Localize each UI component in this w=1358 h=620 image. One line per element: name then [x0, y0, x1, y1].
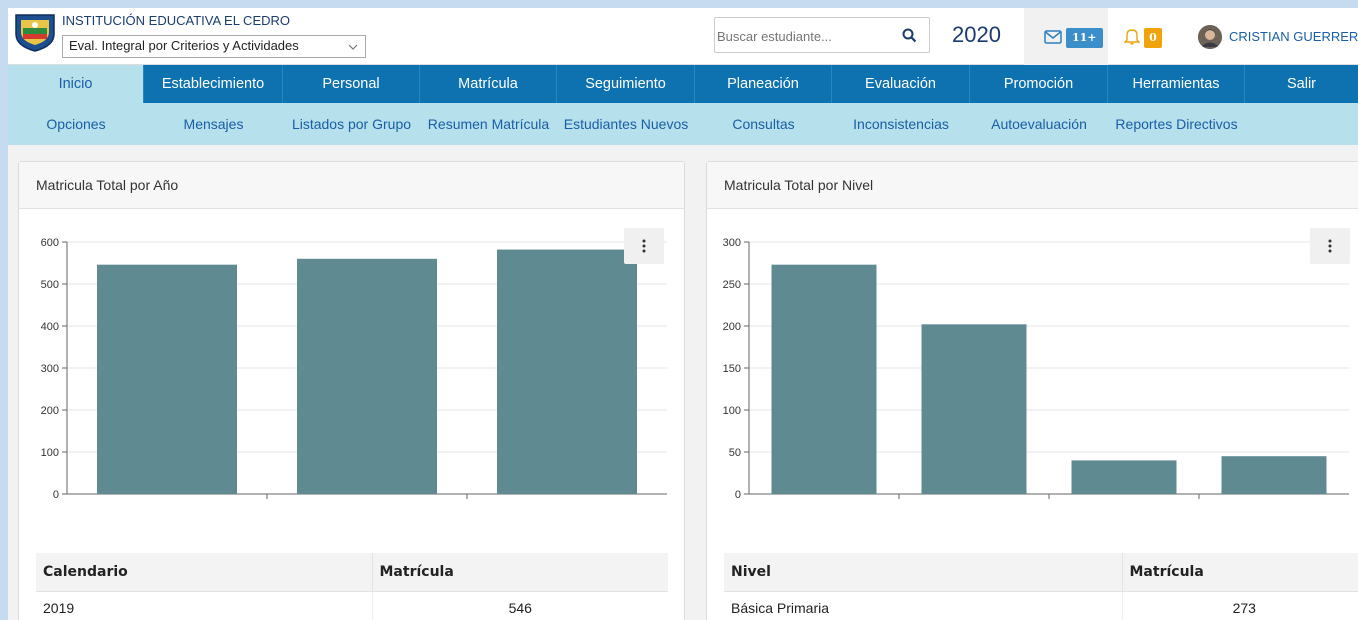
submenu-item-consultas[interactable]: Consultas — [695, 103, 832, 145]
institution-name: INSTITUCIÓN EDUCATIVA EL CEDRO — [62, 13, 291, 28]
bar[interactable] — [297, 258, 437, 494]
top-header: INSTITUCIÓN EDUCATIVA EL CEDRO Eval. Int… — [8, 8, 1358, 65]
table-cell: 273 — [1121, 591, 1358, 620]
menu-item-inicio[interactable]: Inicio — [8, 65, 144, 103]
chart-menu-button[interactable] — [624, 228, 664, 264]
bar[interactable] — [1071, 460, 1177, 494]
menu-item-promocion[interactable]: Promoción — [970, 65, 1108, 103]
table-cell: 2019 — [36, 591, 372, 620]
submenu-item-resumen-matricula[interactable]: Resumen Matrícula — [420, 103, 557, 145]
app-frame: INSTITUCIÓN EDUCATIVA EL CEDRO Eval. Int… — [8, 8, 1358, 620]
card-header: Matricula Total por Año — [19, 162, 684, 209]
search-icon[interactable] — [902, 28, 917, 43]
submenu-item-listados-por-grupo[interactable]: Listados por Grupo — [283, 103, 420, 145]
menu-item-matricula[interactable]: Matrícula — [420, 65, 557, 103]
notifications-badge[interactable]: 0 — [1144, 28, 1162, 48]
menu-item-planeacion[interactable]: Planeación — [695, 65, 832, 103]
level-enrollment-card: Matricula Total por Nivel 0 50 100 150 200 25… — [706, 161, 1358, 620]
y-tick-label: 50 — [729, 447, 741, 459]
y-tick-label: 100 — [41, 447, 59, 459]
bar[interactable] — [97, 264, 237, 494]
sub-menu: Opciones Mensajes Listados por Grupo Res… — [8, 103, 1358, 145]
year-enrollment-table: Calendario Matrícula 2019 546 — [36, 553, 668, 620]
chart-menu-button[interactable] — [1310, 228, 1350, 264]
search-box — [714, 17, 930, 53]
table-header-row: Calendario Matrícula — [36, 553, 668, 592]
bar[interactable] — [921, 324, 1027, 494]
chevron-down-icon — [348, 44, 358, 50]
card-header: Matricula Total por Nivel — [707, 162, 1358, 209]
card-title: Matricula Total por Año — [36, 177, 179, 193]
main-menu: Inicio Establecimiento Personal Matrícul… — [8, 65, 1358, 103]
table-cell: 546 — [371, 591, 668, 620]
table-cell: Básica Primaria — [724, 591, 1122, 620]
bar[interactable] — [771, 264, 877, 494]
submenu-item-autoevaluacion[interactable]: Autoevaluación — [970, 103, 1108, 145]
column-header-matricula[interactable]: Matrícula — [1121, 553, 1358, 592]
menu-item-salir[interactable]: Salir — [1245, 65, 1358, 103]
y-tick-label: 0 — [735, 489, 741, 501]
y-tick-label: 250 — [723, 279, 741, 291]
year-enrollment-card: Matricula Total por Año 0 100 200 300 400 500… — [18, 161, 685, 620]
messages-badge[interactable]: 11+ — [1066, 28, 1103, 48]
menu-item-seguimiento[interactable]: Seguimiento — [557, 65, 695, 103]
period-select[interactable]: Eval. Integral por Criterios y Actividad… — [62, 35, 366, 58]
menu-item-evaluacion[interactable]: Evaluación — [832, 65, 970, 103]
table-row: Básica Primaria 273 — [724, 591, 1358, 620]
submenu-item-reportes-directivos[interactable]: Reportes Directivos — [1108, 103, 1245, 145]
kebab-menu-icon — [1328, 239, 1332, 253]
y-tick-label: 200 — [41, 405, 59, 417]
submenu-item-mensajes[interactable]: Mensajes — [144, 103, 283, 145]
column-header-matricula[interactable]: Matrícula — [371, 553, 668, 592]
menu-item-establecimiento[interactable]: Establecimiento — [144, 65, 283, 103]
bell-icon[interactable] — [1124, 27, 1140, 45]
level-enrollment-table: Nivel Matrícula Básica Primaria 273 — [724, 553, 1358, 620]
y-tick-label: 150 — [723, 363, 741, 375]
y-tick-label: 100 — [723, 405, 741, 417]
mail-icon[interactable] — [1044, 29, 1062, 45]
kebab-menu-icon — [642, 239, 646, 253]
institution-logo-icon — [12, 12, 58, 52]
card-title: Matricula Total por Nivel — [724, 177, 874, 193]
table-row: 2019 546 — [36, 591, 668, 620]
bar[interactable] — [1221, 456, 1327, 494]
y-tick-label: 300 — [41, 363, 59, 375]
y-tick-label: 400 — [41, 321, 59, 333]
y-tick-label: 200 — [723, 321, 741, 333]
menu-item-personal[interactable]: Personal — [283, 65, 420, 103]
y-tick-label: 300 — [723, 237, 741, 249]
table-header-row: Nivel Matrícula — [724, 553, 1358, 592]
menu-item-herramientas[interactable]: Herramientas — [1108, 65, 1245, 103]
y-tick-label: 0 — [53, 489, 59, 501]
column-header-nivel[interactable]: Nivel — [724, 553, 1122, 592]
column-header-calendario[interactable]: Calendario — [36, 553, 372, 592]
submenu-item-estudiantes-nuevos[interactable]: Estudiantes Nuevos — [557, 103, 695, 145]
search-input[interactable] — [717, 25, 887, 47]
y-tick-label: 600 — [41, 237, 59, 249]
avatar[interactable] — [1198, 25, 1222, 49]
level-enrollment-chart: 050100150200250300Básica PrimariaMedia — [723, 237, 1349, 501]
bar[interactable] — [497, 249, 637, 494]
submenu-item-inconsistencias[interactable]: Inconsistencias — [832, 103, 970, 145]
school-year[interactable]: 2020 — [952, 22, 1001, 48]
user-name[interactable]: CRISTIAN GUERRER... — [1229, 29, 1358, 44]
y-tick-label: 500 — [41, 279, 59, 291]
year-enrollment-chart: 0100200300400500600201920202021 — [41, 237, 667, 501]
submenu-item-opciones[interactable]: Opciones — [8, 103, 144, 145]
period-select-value: Eval. Integral por Criterios y Actividad… — [69, 38, 299, 53]
